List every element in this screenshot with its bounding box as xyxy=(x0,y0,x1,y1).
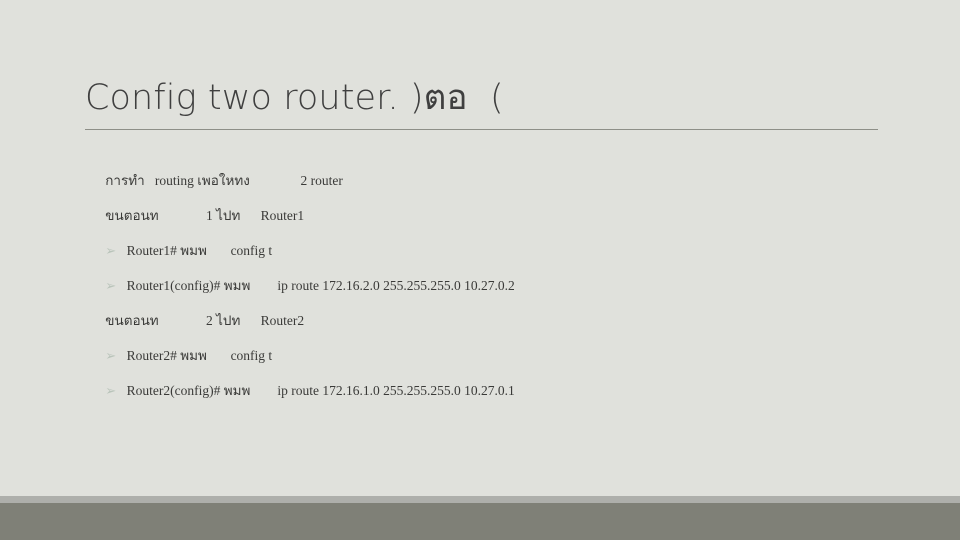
arrow-bullet-icon: ➢ xyxy=(105,383,117,398)
body-line: ขนตอนท 2 ไปท Router2 xyxy=(85,288,885,328)
title-block: Config two router. )ตอ ( xyxy=(85,76,880,120)
footer-bar xyxy=(0,503,960,540)
body-line: ➢ Router1(config)# พมพ ip route 172.16.2… xyxy=(85,253,885,293)
slide-canvas: Config two router. )ตอ ( การทำ routing เ… xyxy=(0,0,960,540)
body-line: ➢ Router2(config)# พมพ ip route 172.16.1… xyxy=(85,358,885,398)
page-title: Config two router. )ตอ ( xyxy=(85,78,504,118)
body-line: การทำ routing เพอใหทง 2 router xyxy=(85,148,885,188)
footer-accent-strip xyxy=(0,496,960,503)
body-line-text: Router2(config)# พมพ ip route 172.16.1.0… xyxy=(123,383,515,398)
body-line: ขนตอนท 1 ไปท Router1 xyxy=(85,183,885,223)
slide-body: การทำ routing เพอใหทง 2 router ขนตอนท 1 … xyxy=(85,148,885,398)
title-divider xyxy=(85,129,878,130)
body-line: ➢ Router2# พมพ config t xyxy=(85,323,885,363)
body-line: ➢ Router1# พมพ config t xyxy=(85,218,885,258)
